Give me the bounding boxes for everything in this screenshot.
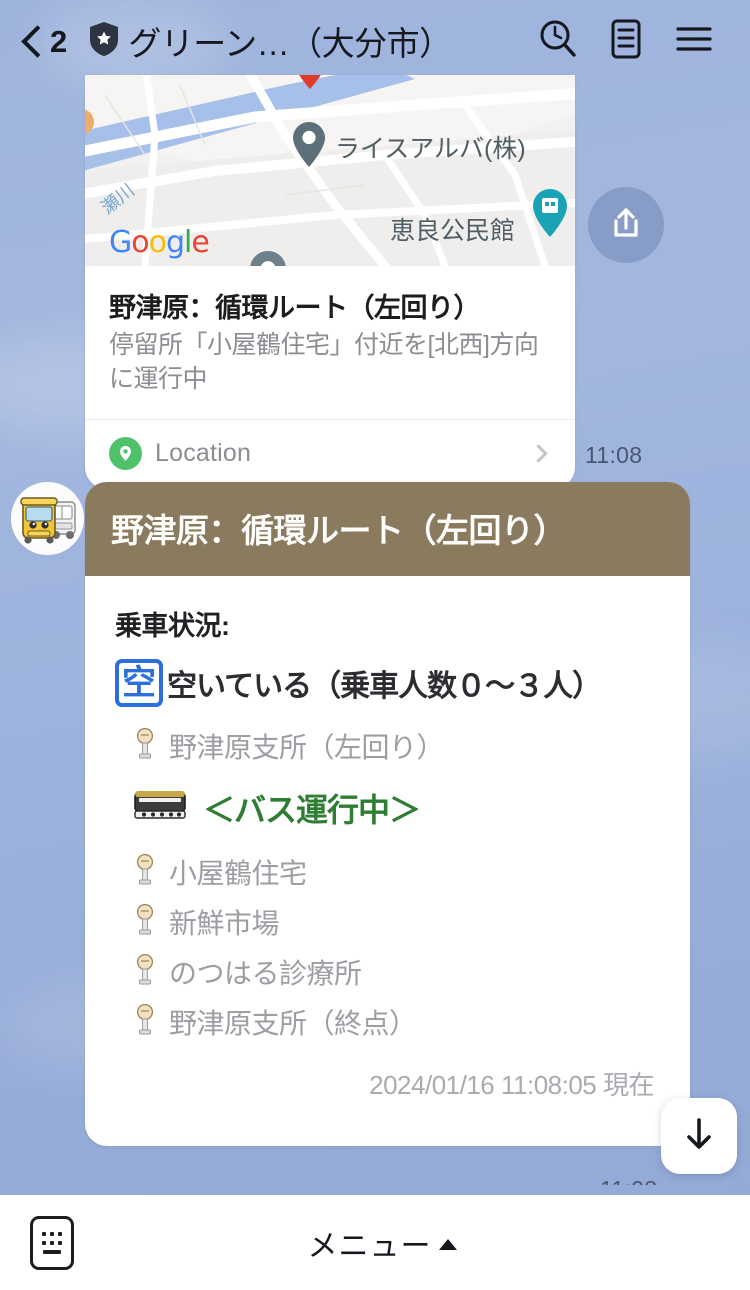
bus-card-body: 乗車状況: 空 空いている（乗車人数０〜３人） 野津原支所（左回り） ＜バス運行… [85,576,690,1146]
message-timestamp: 11:08 [600,1176,657,1185]
bus-status-message-bubble[interactable]: 野津原：循環ルート（左回り） 乗車状況: 空 空いている（乗車人数０〜３人） 野… [85,482,690,1146]
google-letter: o [148,225,167,260]
hamburger-menu-icon [673,18,715,65]
notes-icon [608,18,644,65]
search-icon [537,18,579,65]
bus-stop-sign-icon [133,727,157,765]
occupancy-section-label: 乗車状況: [115,611,230,641]
vacancy-kuu-icon: 空 [115,659,163,707]
keyboard-icon [42,1231,62,1254]
bus-stop-row: 野津原支所（終点） [115,997,660,1047]
chat-title: グリーン…（大分市） [128,25,452,62]
bus-card-header-title: 野津原：循環ルート（左回り） [111,512,567,549]
search-button[interactable] [524,7,592,75]
bus-stop-row: 新鮮市場 [115,897,660,947]
google-letter: g [165,225,185,260]
shield-star-icon [89,21,119,62]
bus-front-icon [133,789,189,828]
bus-stop-name: 小屋鶴住宅 [169,858,307,889]
chevron-left-icon [22,24,42,58]
bus-stop-row: 野津原支所（左回り） [115,721,660,771]
chat-message-list[interactable]: ライスアルバ(株) 恵良公民館 瀬川 Google 野津原：循環ルート（左回り）… [0,70,750,1185]
bus-stop-sign-icon [133,953,157,991]
caret-up-icon [438,1239,457,1250]
bus-stop-name: 新鮮市場 [169,908,280,939]
google-watermark: Google [109,225,210,260]
map-poi-label: 恵良公民館 [390,217,516,245]
location-card-description: 停留所「小屋鶴住宅」付近を[北西]方向に運行中 [109,331,539,393]
header-actions [524,7,728,75]
keyboard-button[interactable] [30,1215,74,1270]
location-card-body: 野津原：循環ルート（左回り） 停留所「小屋鶴住宅」付近を[北西]方向に運行中 [85,266,575,419]
back-button[interactable]: 2 [22,24,67,58]
bus-stop-name: のつはる診療所 [169,958,362,989]
location-card-footer[interactable]: Location [85,420,575,489]
notes-button[interactable] [592,7,660,75]
scroll-to-bottom-button[interactable] [661,1098,737,1174]
as-of-timestamp: 2024/01/16 11:08:05 現在 [369,1070,654,1100]
bus-stop-name: 野津原支所（左回り） [169,732,445,763]
bus-stop-row: のつはる診療所 [115,947,660,997]
message-timestamp: 11:08 [585,442,643,468]
green-location-pin-icon [109,436,142,470]
bottom-bar: メニュー [0,1195,750,1290]
avatar[interactable] [11,482,84,555]
bus-running-text: ＜バス運行中＞ [203,792,421,828]
bus-stop-sign-icon [133,1003,157,1041]
google-letter: e [191,225,209,260]
map-thumbnail[interactable]: ライスアルバ(株) 恵良公民館 瀬川 Google [85,75,575,266]
bus-stop-sign-icon [133,853,157,891]
location-card-title: 野津原：循環ルート（左回り） [109,293,481,323]
chevron-right-icon [529,443,548,463]
occupancy-status-text: 空いている（乗車人数０〜３人） [167,670,602,703]
chat-title-area[interactable]: グリーン…（大分市） [89,17,524,65]
menu-toggle-button[interactable]: メニュー [74,1221,690,1265]
bus-card-header: 野津原：循環ルート（左回り） [85,482,690,576]
map-poi-label: ライスアルバ(株) [335,135,526,163]
bus-stop-row: 小屋鶴住宅 [115,847,660,897]
app-header: 2 グリーン…（大分市） [0,0,750,82]
share-button[interactable] [588,187,664,263]
occupancy-status-row: 空 空いている（乗車人数０〜３人） [115,659,660,707]
bus-stop-sign-icon [133,903,157,941]
hamburger-menu-button[interactable] [660,7,728,75]
bus-stop-name: 野津原支所（終点） [169,1008,417,1039]
google-letter: o [131,225,149,260]
arrow-down-icon [678,1113,720,1160]
google-letter: G [109,225,132,260]
share-upload-icon [606,203,646,248]
bus-running-row: ＜バス運行中＞ [115,771,660,847]
menu-label: メニュー [307,1229,432,1263]
location-card-footer-label: Location [155,438,252,467]
location-message-bubble[interactable]: ライスアルバ(株) 恵良公民館 瀬川 Google 野津原：循環ルート（左回り）… [85,75,575,489]
